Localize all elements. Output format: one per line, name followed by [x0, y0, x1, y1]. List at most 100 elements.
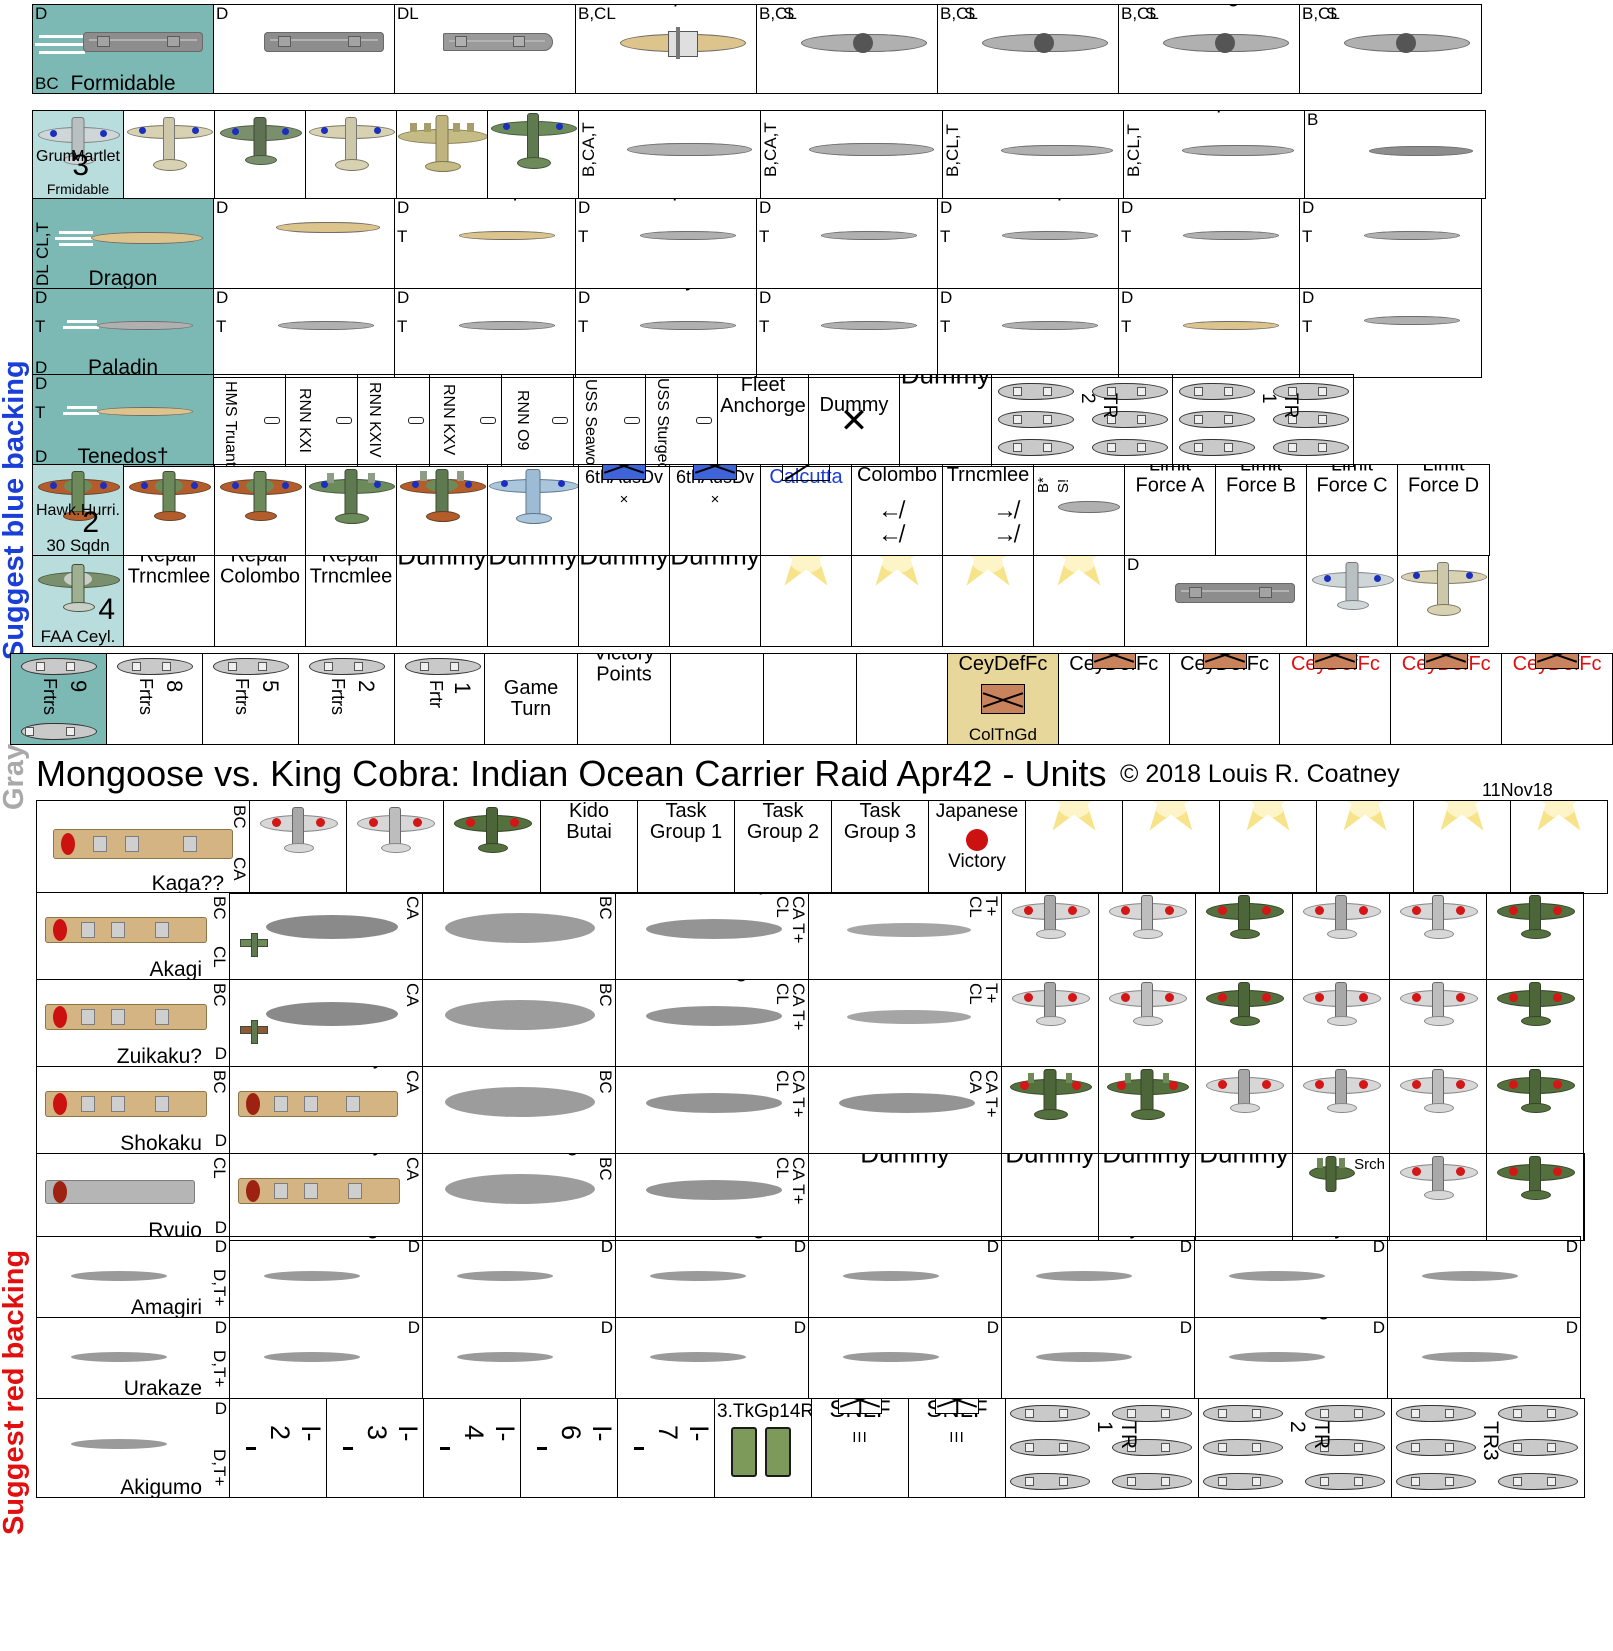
counter-air-hermes-swordfish[interactable]: Sword fish 3 Hermes [487, 110, 579, 199]
counter-frtrs-2[interactable]: Frtrs 2 [298, 653, 395, 745]
counter-shiranuhi[interactable]: D D,T+ Shiranuhi [1387, 1317, 1581, 1399]
counter-tank-group[interactable]: 3.TkGp14R 1 [714, 1398, 812, 1498]
counter-warspite[interactable]: B,CL B Warspite [575, 4, 757, 94]
counter-kagero[interactable]: D D,T+ Kagero [1194, 1317, 1388, 1399]
counter-urakaze[interactable]: D D,T+ Urakaze [36, 1317, 230, 1399]
counter-sub-rnn-kxi[interactable]: RNN KXI [285, 374, 358, 467]
counter-hit-damaged-j2[interactable]: Hit! Damaged [1122, 800, 1220, 894]
counter-hit-damaged-a4[interactable]: Hit! Damaged [1033, 555, 1125, 647]
counter-decoy[interactable]: D T D Decoy [575, 288, 757, 378]
counter-frtr-1[interactable]: Frtr 1 [394, 653, 491, 745]
counter-ryujo-ship[interactable]: CL D Ryujo [36, 1153, 230, 1241]
counter-isaac-sweers[interactable]: D T D RNN RNN Isaac Sweers [1299, 288, 1482, 378]
counter-snlf-sasebo[interactable]: SNLF III Sasebo [811, 1398, 909, 1498]
counter-sub-i4[interactable]: I-4 [423, 1398, 521, 1498]
counter-real-secret-fleet-anchorage[interactable]: Real Secret Fleet Anchorge [717, 374, 809, 467]
counter-yugiri[interactable]: D D,T+ Yugiri [615, 1236, 809, 1318]
counter-suzuya-ship[interactable]: CA T+ CL Suzuya [615, 892, 809, 980]
counter-fortune[interactable]: D T D Fortune [756, 288, 938, 378]
counter-caledon[interactable]: B DL Caledon [1304, 110, 1486, 199]
counter-royal-sovereign[interactable]: B,CL S B Royal Sovereign [1299, 4, 1482, 94]
counter-erebus[interactable]: B* S! CA Erebus [1033, 464, 1125, 556]
counter-dummy-anchorage[interactable]: Dummy ✕ Anchorge [808, 374, 900, 467]
counter-air-soryu-kate[interactable]: Kate 5 Soryu [1486, 1066, 1584, 1154]
counter-kumano-ship[interactable]: CA T+ CL Kumano [615, 1153, 809, 1241]
counter-air-zuikaku-kate[interactable]: Kate 5 Zuikaku [1195, 979, 1293, 1067]
counter-tanikaze[interactable]: D D,T+ Tanikaze [229, 1317, 423, 1399]
counter-sub-rnn-kxiv[interactable]: RNN KXIV [357, 374, 430, 467]
counter-enterprise[interactable]: B,CL,T CL Enterprise [1123, 110, 1305, 199]
marker-fuel-limit-tg2[interactable]: Fuel Limit Task Group 2 [734, 800, 832, 894]
counter-trncmlee-ca[interactable]: Trncmlee ↛ ↛ CA [942, 464, 1034, 556]
counter-soryu-ship[interactable]: CA D Soryu [229, 1066, 423, 1154]
counter-frtrs-9[interactable]: Frtrs 9 [10, 653, 107, 745]
counter-air-shokaku-kate[interactable]: Kate 5 Shokaku [1195, 892, 1293, 980]
counter-air-hiryu-kate[interactable]: Kate 5 Hiryu [1486, 979, 1584, 1067]
counter-dummy-j2[interactable]: Dummy [1001, 1153, 1099, 1241]
counter-dummy-5[interactable]: Dummy [669, 555, 761, 647]
counter-air-kaga-zero[interactable]: Zero 6 Kaga [249, 800, 347, 894]
marker-japanese-victory-points[interactable]: Japanese Victory Points [928, 800, 1026, 894]
counter-jacob-van-heemskerck[interactable]: D CL RNN Jacob Van Heemskerck [213, 198, 395, 289]
counter-cornwall[interactable]: B,CA,T CA Cornwall† [760, 110, 943, 199]
marker-game-turn[interactable]: Game Turn [484, 653, 578, 745]
counter-kasumi[interactable]: D D,T+ Kasumi [808, 1317, 1002, 1399]
counter-dummy-j3[interactable]: Dummy [1098, 1153, 1196, 1241]
counter-dummy-j1[interactable]: Dummy [808, 1153, 1002, 1241]
counter-arrow[interactable]: D T D Arrow [394, 288, 576, 378]
counter-air-illustrious-martlet[interactable]: Grum. Martlet 3 Illustrious [1306, 555, 1398, 647]
counter-air-soryu-val[interactable]: Val 4 Soryu [1389, 1066, 1487, 1154]
counter-air-illustrious-albacore[interactable]: Alba core 4 Illustrious [1397, 555, 1489, 647]
counter-mogami-ship[interactable]: CA T+ CL Mogami [615, 979, 809, 1067]
counter-kongo-ship[interactable]: BC B Kongo [422, 1153, 616, 1241]
counter-panther[interactable]: D T D Panther [213, 288, 395, 378]
counter-air-zuikaku-val[interactable]: Val 4 Zuikaku [1098, 979, 1196, 1067]
counter-dummy-1[interactable]: Dummy [899, 374, 992, 467]
counter-dummy-2[interactable]: Dummy [396, 555, 488, 647]
counter-hmas-vampire[interactable]: D T D HMASVampire† [394, 198, 576, 289]
counter-hit-damaged-j6[interactable]: Hit! Damaged [1510, 800, 1608, 894]
counter-dragon[interactable]: CL,T DL Dragon [32, 198, 214, 289]
counter-hmas-nestor[interactable]: D T D HMAS Nestor [1118, 198, 1300, 289]
marker-fuel-limit-tg3[interactable]: Fuel Limit Task Group 3 [831, 800, 929, 894]
counter-hmas-norman[interactable]: D T D HMAS Norman [1299, 198, 1482, 289]
counter-dummy-4[interactable]: Dummy [578, 555, 670, 647]
counter-isokaze[interactable]: D D,T+ Isokaze [422, 1317, 616, 1399]
counter-ceydeffc-ceyplntrs[interactable]: CeyDefFc CeyPlntrs [1168, 653, 1281, 745]
counter-sub-i2[interactable]: I-2 [229, 1398, 327, 1498]
counter-hermes[interactable]: DL CA Hermes† [394, 4, 576, 94]
counter-frtrs-8[interactable]: Frtrs 8 [106, 653, 203, 745]
counter-fuel-limit-force-b[interactable]: Fuel Limit Force B [1215, 464, 1307, 556]
counter-ceydeffc-coltngd[interactable]: CeyDefFc ColTnGd [947, 653, 1059, 745]
counter-sub-uss-seawolf[interactable]: USS Seawolf [573, 374, 646, 467]
counter-snlf-yokasuka[interactable]: SNLF III Yokasuka [908, 1398, 1006, 1498]
marker-fuel-limit-tg1[interactable]: Fuel Limit Task Group 1 [637, 800, 735, 894]
counter-asagiri[interactable]: D D,T+ Asagiri [229, 1236, 423, 1318]
counter-air-frmidable-albacore[interactable]: Alba core 4 Frmidable [123, 110, 215, 199]
counter-yura-ship[interactable]: T+ CL DL Yura [808, 979, 1002, 1067]
counter-kirishima-ship[interactable]: BC B Kirishima [422, 892, 616, 980]
counter-fubuki[interactable]: D D,T+ Fubuki [808, 1236, 1002, 1318]
counter-kaga-ship[interactable]: BC CA Kaga?? [36, 800, 250, 894]
counter-transports-jtr2[interactable]: TR 2 [1198, 1398, 1392, 1498]
counter-chokai-ship[interactable]: CA T+ CA Chokai [808, 1066, 1002, 1154]
counter-formidable[interactable]: D BC Formidable [32, 4, 214, 94]
counter-hit-damaged-j4[interactable]: Hit! Damaged [1316, 800, 1414, 894]
counter-scout[interactable]: D T D Scout [1118, 288, 1300, 378]
counter-17th-inf-bd[interactable]: 6thAusDv × 17thInfBd [669, 464, 761, 556]
counter-hit-damaged-a3[interactable]: Hit! Damaged [942, 555, 1034, 647]
counter-air-ryujo-kate[interactable]: Kate 5 Ryujo [1486, 1153, 1584, 1241]
counter-air-10thaf-b17[interactable]: Boing B-17 8 10th AF [396, 110, 488, 199]
counter-sub-i3[interactable]: I-3 [326, 1398, 424, 1498]
counter-hit-damaged-j1[interactable]: Hit! Damaged [1025, 800, 1123, 894]
counter-air-shokaku-zero[interactable]: Zero 6 Shokaku [1001, 892, 1099, 980]
counter-sub-i6[interactable]: I-6 [520, 1398, 618, 1498]
counter-arare[interactable]: D D,T+ Arare [1001, 1317, 1195, 1399]
counter-tenedos[interactable]: D T D Tenedos† [32, 374, 214, 467]
counter-air-zuikaku-zero[interactable]: Zero 6 Zuikaku [1001, 979, 1099, 1067]
counter-transports-jtr1[interactable]: TR 1 [1005, 1398, 1199, 1498]
counter-akigumo[interactable]: D D,T+ Akigumo [36, 1398, 230, 1498]
counter-fuel-limit-force-d[interactable]: Fuel Limit Force D [1397, 464, 1490, 556]
counter-hiei-ship[interactable]: BC B Hiei [422, 979, 616, 1067]
counter-air-hiryu-val[interactable]: Val 4 Hiryu [1389, 979, 1487, 1067]
